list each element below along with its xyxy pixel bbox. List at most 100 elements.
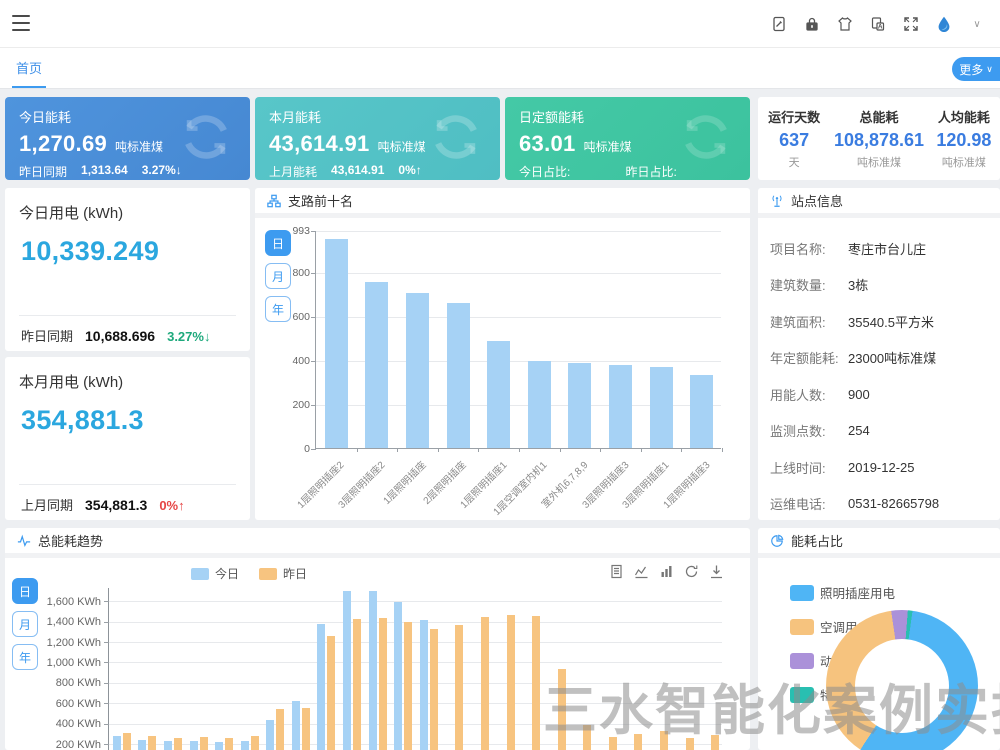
stat-value: 637 (758, 130, 830, 151)
site-info-label: 监测点数: (770, 421, 848, 440)
download-icon[interactable] (709, 564, 724, 579)
y-tick-mark (311, 449, 316, 450)
x-tick-mark (397, 448, 398, 452)
y-tick-mark (311, 361, 316, 362)
y-axis-tick-label: 600 KWh (11, 698, 101, 710)
card-title: 支路前十名 (288, 191, 353, 210)
site-info-value: 3栋 (848, 275, 868, 294)
x-tick-mark (478, 448, 479, 452)
legend-item-今日[interactable]: 今日 (191, 565, 239, 582)
legend-item-照明插座用电[interactable]: 照明插座用电 (790, 583, 895, 602)
trend-bar-昨日 (711, 735, 719, 750)
legend-label: 今日 (215, 565, 239, 582)
kpi-today-ratio: 今日占比: 2,016.54% (519, 163, 626, 180)
branch-period-day-button[interactable]: 日 (265, 230, 291, 256)
legend-label: 照明插座用电 (820, 583, 895, 602)
branch-period-month-button[interactable]: 月 (265, 263, 291, 289)
y-tick-mark (311, 317, 316, 318)
stat-label: 人均能耗 (928, 107, 1000, 126)
trend-bar-昨日 (302, 708, 310, 750)
trend-bar-今日 (138, 740, 146, 750)
legend-item-昨日[interactable]: 昨日 (259, 565, 307, 582)
legend-label: 昨日 (283, 565, 307, 582)
branch-period-year-button[interactable]: 年 (265, 296, 291, 322)
branch-top10-card: 支路前十名 日月年 02004006008009931层照明插座23层照明插座2… (255, 188, 750, 520)
theme-skin-icon[interactable] (836, 15, 854, 33)
gridline (109, 724, 722, 725)
usage-sub-label: 上月同期 (21, 495, 73, 514)
trend-period-month-button[interactable]: 月 (12, 611, 38, 637)
y-axis-tick-label: 200 (266, 399, 310, 411)
y-tick-mark (104, 744, 109, 745)
user-menu-chevron-icon[interactable]: ∨ (968, 15, 986, 33)
today-electricity-card: 今日用电 (kWh) 10,339.249 昨日同期 10,688.696 3.… (5, 188, 250, 351)
branch-bar (690, 375, 713, 448)
y-axis-tick-label: 800 KWh (11, 677, 101, 689)
trend-bar-昨日 (404, 622, 412, 750)
language-icon[interactable]: A (869, 15, 887, 33)
site-info-card: 站点信息 项目名称:枣庄市台儿庄建筑数量:3栋建筑面积:35540.5平方米年定… (758, 188, 1000, 520)
legend-swatch (790, 653, 814, 669)
more-button[interactable]: 更多∨ (952, 57, 1000, 81)
trend-bar-昨日 (200, 737, 208, 750)
branch-bar (325, 239, 348, 448)
branch-bar (609, 365, 632, 448)
kpi-card-today-energy: 今日能耗 1,270.69吨标准煤 昨日同期1,313.643.27%↓ (5, 97, 250, 180)
pie-chart-icon (770, 534, 784, 548)
dashboard-page: A ∨ 首页 更多∨ 今日能耗 1,270.69吨标准煤 昨日同期1,313.6… (0, 0, 1000, 750)
y-tick-mark (104, 601, 109, 602)
tab-home[interactable]: 首页 (12, 48, 46, 88)
recycle-icon (426, 107, 486, 167)
menu-toggle-button[interactable] (12, 15, 30, 31)
x-tick-mark (641, 448, 642, 452)
trend-period-year-button[interactable]: 年 (12, 644, 38, 670)
site-info-row: 运维电话:0531-82665798 (770, 486, 988, 523)
trend-bar-昨日 (327, 636, 335, 750)
stat-人均能耗: 人均能耗120.98吨标准煤 (928, 107, 1000, 170)
trend-bar-昨日 (660, 731, 668, 750)
trend-period-day-button[interactable]: 日 (12, 578, 38, 604)
trend-bar-昨日 (148, 736, 156, 750)
kpi-sub-value: 43,614.91 (331, 163, 384, 180)
y-axis-tick-label: 400 KWh (11, 718, 101, 730)
site-info-row: 项目名称:枣庄市台儿庄 (770, 230, 988, 267)
kpi-value: 63.01 (519, 131, 576, 157)
energy-ratio-card: 能耗占比 照明插座用电空调用电动力用电特殊用电 (758, 528, 1000, 750)
kpi-change: 0%↑ (398, 163, 421, 180)
trend-bar-昨日 (225, 738, 233, 750)
legend-swatch (790, 619, 814, 635)
gridline (109, 601, 722, 602)
stat-unit: 吨标准煤 (928, 154, 1000, 170)
recycle-icon (176, 107, 236, 167)
trend-bar-今日 (394, 602, 402, 750)
site-info-value: 254 (848, 423, 870, 438)
lock-icon[interactable] (803, 15, 821, 33)
trend-bar-昨日 (558, 669, 566, 750)
y-axis-tick-label: 400 (266, 355, 310, 367)
site-info-rows: 项目名称:枣庄市台儿庄建筑数量:3栋建筑面积:35540.5平方米年定额能耗:2… (758, 218, 1000, 522)
site-info-value: 0531-82665798 (848, 496, 939, 511)
site-info-row: 监测点数:254 (770, 413, 988, 450)
kpi-unit: 吨标准煤 (584, 138, 632, 155)
bar-chart-icon[interactable] (659, 564, 674, 579)
trend-period-buttons: 日月年 (12, 578, 38, 670)
site-info-label: 建筑数量: (770, 275, 848, 294)
refresh-icon[interactable] (684, 564, 699, 579)
site-info-value: 枣庄市台儿庄 (848, 239, 926, 258)
card-title: 能耗占比 (791, 531, 843, 550)
data-view-icon[interactable] (609, 564, 624, 579)
usage-title: 今日用电 (kWh) (19, 202, 236, 223)
branch-bar (528, 361, 551, 448)
work-order-icon[interactable] (770, 15, 788, 33)
branch-bar (650, 367, 673, 448)
svg-text:A: A (878, 24, 883, 31)
line-chart-icon[interactable] (634, 564, 649, 579)
branch-period-buttons: 日月年 (265, 230, 291, 322)
kpi-sub-value: 1,313.64 (81, 163, 128, 180)
y-axis-tick-label: 0 (266, 443, 310, 455)
kpi-unit: 吨标准煤 (115, 138, 163, 155)
summary-stats-panel: 运行天数637天总能耗108,878.61吨标准煤人均能耗120.98吨标准煤 (758, 97, 1000, 180)
fullscreen-icon[interactable] (902, 15, 920, 33)
branch-bar (365, 282, 388, 448)
gridline (316, 273, 721, 274)
